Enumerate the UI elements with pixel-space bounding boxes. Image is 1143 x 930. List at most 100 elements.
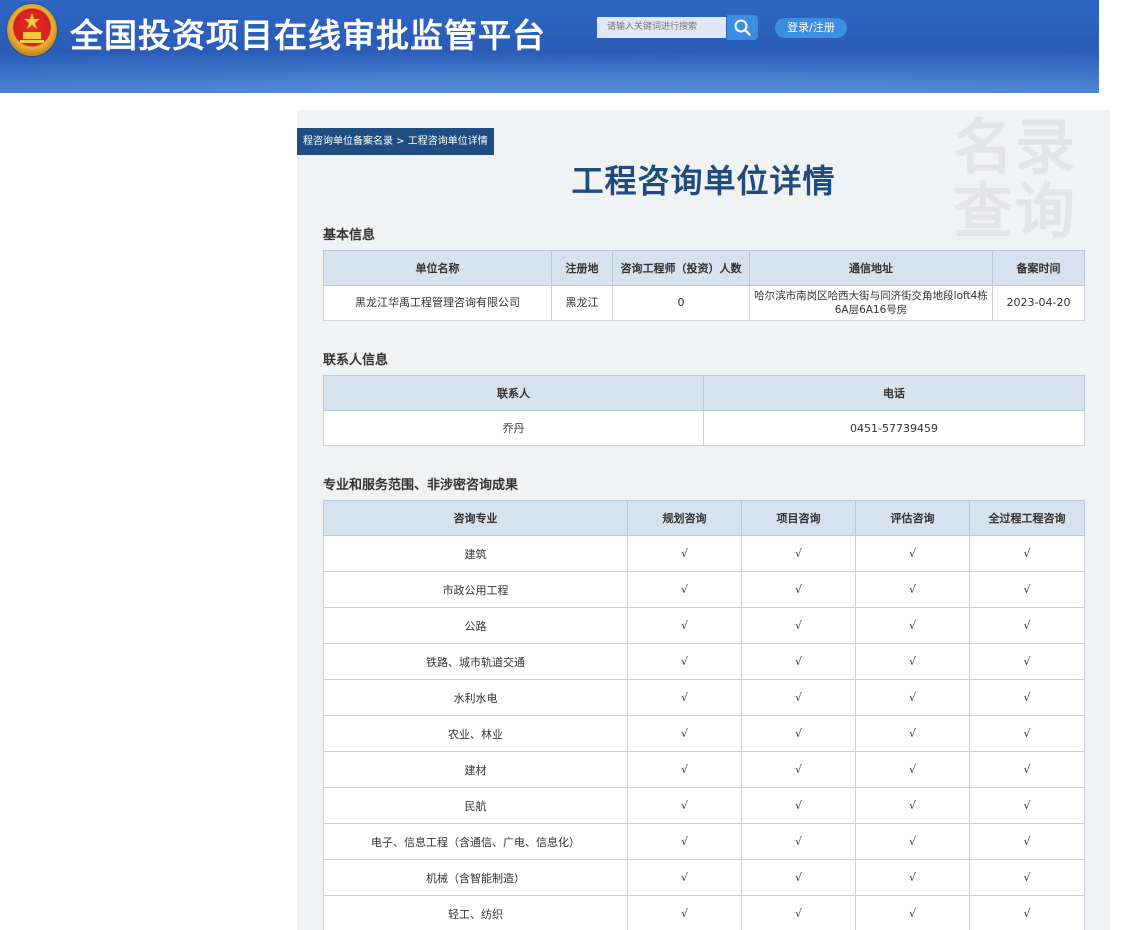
check-mark: √ <box>741 751 856 788</box>
specialty-name: 建筑 <box>323 535 628 572</box>
check-mark: √ <box>969 715 1085 752</box>
table-row: 水利水电 √ √ √ √ <box>323 679 1085 716</box>
check-mark: √ <box>855 643 970 680</box>
scope-table: 咨询专业 规划咨询 项目咨询 评估咨询 全过程工程咨询 建筑 √ √ √ √ 市… <box>323 500 1085 930</box>
table-row: 市政公用工程 √ √ √ √ <box>323 571 1085 608</box>
table-header-row: 咨询专业 规划咨询 项目咨询 评估咨询 全过程工程咨询 <box>323 500 1085 536</box>
login-register-button[interactable]: 登录/注册 <box>775 18 847 38</box>
check-mark: √ <box>741 823 856 860</box>
table-row: 公路 √ √ √ √ <box>323 607 1085 644</box>
specialty-name: 农业、林业 <box>323 715 628 752</box>
check-mark: √ <box>741 571 856 608</box>
specialty-name: 轻工、纺织 <box>323 895 628 930</box>
table-row: 建材 √ √ √ √ <box>323 751 1085 788</box>
table-row: 铁路、城市轨道交通 √ √ √ √ <box>323 643 1085 680</box>
specialty-name: 水利水电 <box>323 679 628 716</box>
check-mark: √ <box>855 787 970 824</box>
check-mark: √ <box>969 859 1085 896</box>
table-header-row: 单位名称 注册地 咨询工程师（投资）人数 通信地址 备案时间 <box>323 250 1085 286</box>
company-name: 黑龙江华禹工程管理咨询有限公司 <box>323 285 552 321</box>
check-mark: √ <box>969 787 1085 824</box>
column-header: 注册地 <box>551 250 613 286</box>
national-emblem-icon <box>7 4 57 56</box>
check-mark: √ <box>855 535 970 572</box>
contact-person: 乔丹 <box>323 410 704 446</box>
section-title-contact: 联系人信息 <box>323 353 389 368</box>
specialty-name: 电子、信息工程（含通信、广电、信息化） <box>323 823 628 860</box>
table-row: 电子、信息工程（含通信、广电、信息化） √ √ √ √ <box>323 823 1085 860</box>
engineer-count: 0 <box>612 285 750 321</box>
registered-region: 黑龙江 <box>551 285 613 321</box>
check-mark: √ <box>627 823 742 860</box>
search-icon <box>734 19 751 36</box>
table-row: 轻工、纺织 √ √ √ √ <box>323 895 1085 930</box>
check-mark: √ <box>627 751 742 788</box>
table-row: 黑龙江华禹工程管理咨询有限公司 黑龙江 0 哈尔滨市南岗区哈西大街与同济街交角地… <box>323 285 1085 321</box>
check-mark: √ <box>627 535 742 572</box>
specialty-name: 市政公用工程 <box>323 571 628 608</box>
check-mark: √ <box>627 859 742 896</box>
check-mark: √ <box>969 607 1085 644</box>
table-row: 乔丹 0451-57739459 <box>323 410 1085 446</box>
column-header: 通信地址 <box>749 250 993 286</box>
specialty-name: 民航 <box>323 787 628 824</box>
filing-date: 2023-04-20 <box>992 285 1085 321</box>
check-mark: √ <box>855 823 970 860</box>
check-mark: √ <box>741 895 856 930</box>
check-mark: √ <box>741 787 856 824</box>
check-mark: √ <box>741 679 856 716</box>
check-mark: √ <box>741 715 856 752</box>
search-button[interactable] <box>727 15 758 40</box>
check-mark: √ <box>969 535 1085 572</box>
table-header-row: 联系人 电话 <box>323 375 1085 411</box>
check-mark: √ <box>855 859 970 896</box>
content-panel: 名录查询 程咨询单位备案名录 > 工程咨询单位详情 工程咨询单位详情 基本信息 … <box>297 110 1110 930</box>
check-mark: √ <box>969 895 1085 930</box>
check-mark: √ <box>855 607 970 644</box>
check-mark: √ <box>627 715 742 752</box>
column-header: 联系人 <box>323 375 704 411</box>
specialty-name: 铁路、城市轨道交通 <box>323 643 628 680</box>
basic-info-table: 单位名称 注册地 咨询工程师（投资）人数 通信地址 备案时间 黑龙江华禹工程管理… <box>323 250 1085 321</box>
check-mark: √ <box>969 751 1085 788</box>
check-mark: √ <box>855 679 970 716</box>
site-title[interactable]: 全国投资项目在线审批监管平台 <box>70 9 546 57</box>
column-header: 咨询工程师（投资）人数 <box>612 250 750 286</box>
column-header: 规划咨询 <box>627 500 742 536</box>
table-row: 农业、林业 √ √ √ √ <box>323 715 1085 752</box>
site-header: 全国投资项目在线审批监管平台 登录/注册 <box>0 0 1099 93</box>
column-header: 备案时间 <box>992 250 1085 286</box>
check-mark: √ <box>627 787 742 824</box>
specialty-name: 机械（含智能制造） <box>323 859 628 896</box>
check-mark: √ <box>969 643 1085 680</box>
specialty-name: 建材 <box>323 751 628 788</box>
search-input[interactable] <box>597 17 726 38</box>
check-mark: √ <box>741 607 856 644</box>
column-header: 项目咨询 <box>741 500 856 536</box>
column-header: 单位名称 <box>323 250 552 286</box>
check-mark: √ <box>855 715 970 752</box>
contact-phone: 0451-57739459 <box>703 410 1085 446</box>
section-title-basic: 基本信息 <box>323 228 376 243</box>
check-mark: √ <box>627 607 742 644</box>
column-header: 全过程工程咨询 <box>969 500 1085 536</box>
check-mark: √ <box>969 679 1085 716</box>
table-row: 民航 √ √ √ √ <box>323 787 1085 824</box>
contact-table: 联系人 电话 乔丹 0451-57739459 <box>323 375 1085 446</box>
mailing-address: 哈尔滨市南岗区哈西大街与同济街交角地段loft4栋6A层6A16号房 <box>749 285 993 321</box>
check-mark: √ <box>855 751 970 788</box>
check-mark: √ <box>741 859 856 896</box>
check-mark: √ <box>627 643 742 680</box>
table-row: 机械（含智能制造） √ √ √ √ <box>323 859 1085 896</box>
check-mark: √ <box>627 571 742 608</box>
section-title-scope: 专业和服务范围、非涉密咨询成果 <box>323 478 519 493</box>
column-header: 电话 <box>703 375 1085 411</box>
check-mark: √ <box>855 571 970 608</box>
specialty-name: 公路 <box>323 607 628 644</box>
check-mark: √ <box>969 571 1085 608</box>
breadcrumb[interactable]: 程咨询单位备案名录 > 工程咨询单位详情 <box>297 128 494 155</box>
check-mark: √ <box>741 643 856 680</box>
column-header: 咨询专业 <box>323 500 628 536</box>
check-mark: √ <box>627 679 742 716</box>
column-header: 评估咨询 <box>855 500 970 536</box>
